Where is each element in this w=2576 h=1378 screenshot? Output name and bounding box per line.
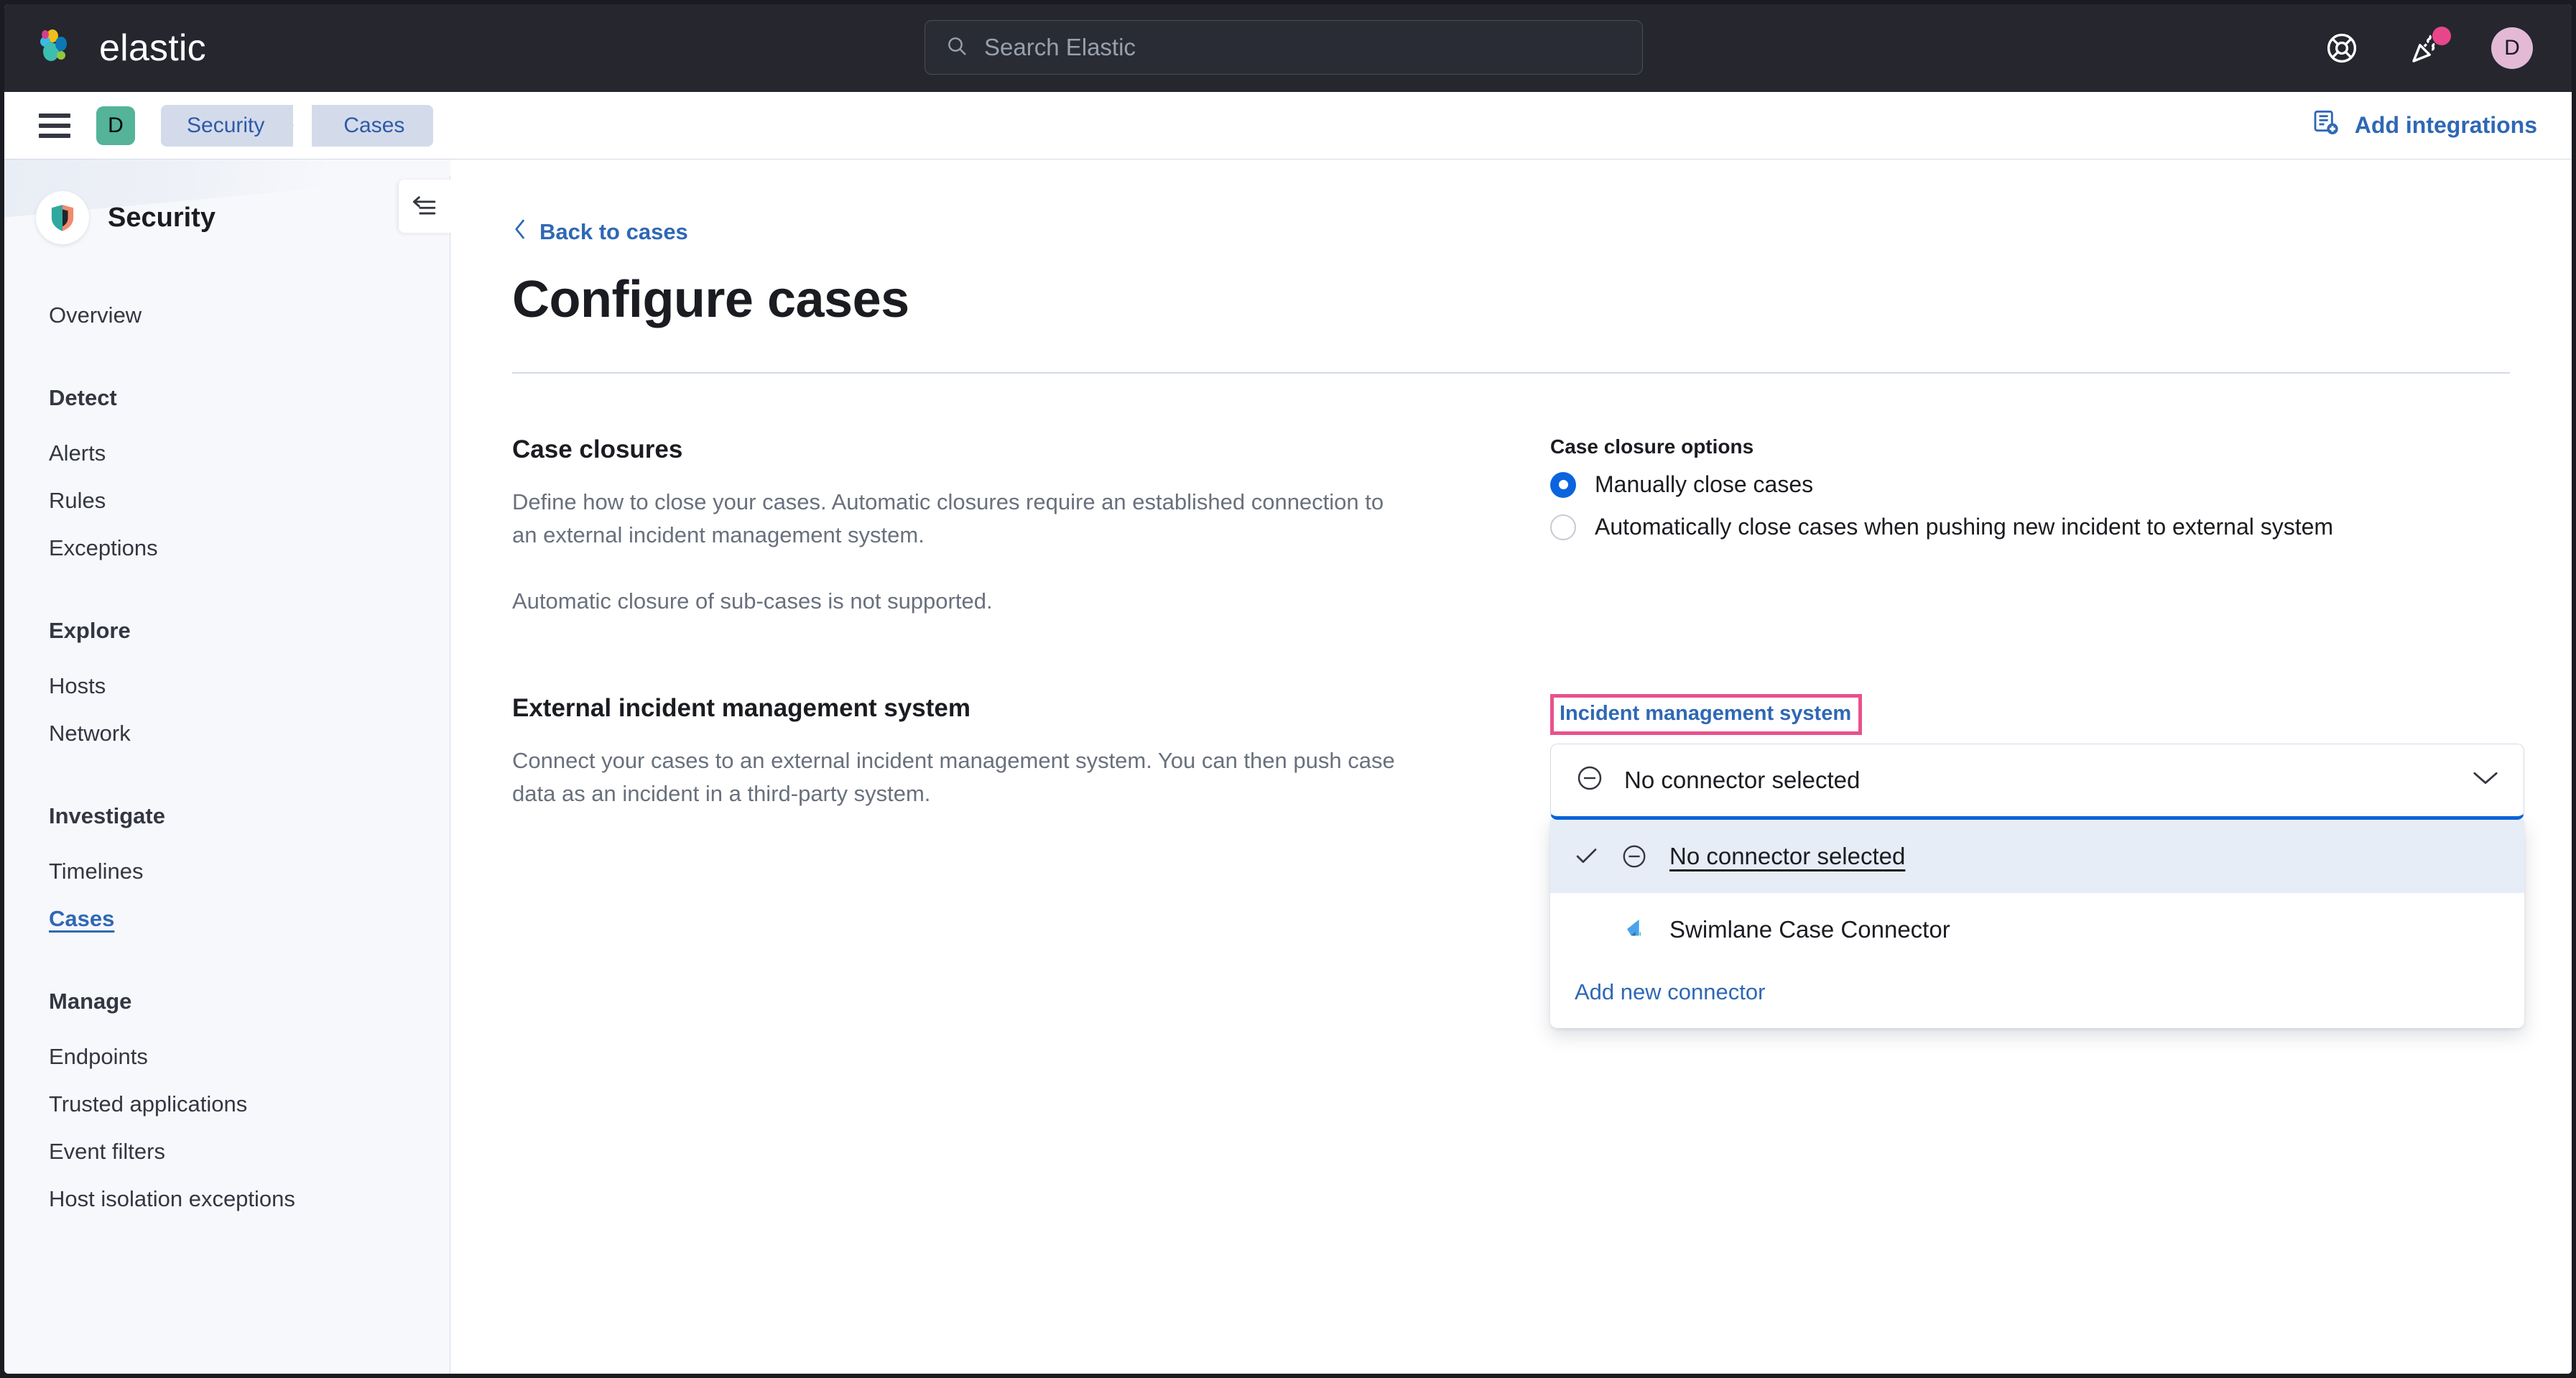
user-avatar[interactable]: D xyxy=(2491,27,2533,69)
sidebar-item-network[interactable]: Network xyxy=(4,710,450,757)
add-integrations-button[interactable]: Add integrations xyxy=(2312,108,2537,143)
chevron-down-icon[interactable] xyxy=(2472,769,2499,790)
breadcrumb-bar: D Security Cases Add integrations xyxy=(4,92,2572,159)
sidebar-item-hosts[interactable]: Hosts xyxy=(4,662,450,710)
add-integrations-icon xyxy=(2312,108,2340,143)
breadcrumb-separator-icon xyxy=(293,105,312,147)
case-closures-note: Automatic closure of sub-cases is not su… xyxy=(512,585,1410,618)
chevron-left-icon xyxy=(512,218,528,246)
incident-management-system-label-highlight: Incident management system xyxy=(1550,694,1862,735)
minus-circle-icon xyxy=(1575,764,1604,796)
collapse-sidebar-icon[interactable] xyxy=(399,180,450,233)
page-body: Security Overview Detect Alerts Rules Ex… xyxy=(4,159,2572,1374)
sidebar-nav: Overview Detect Alerts Rules Exceptions … xyxy=(4,292,450,1223)
sidebar-item-overview[interactable]: Overview xyxy=(4,292,450,339)
external-system-description-column: External incident management system Conn… xyxy=(512,694,1550,1028)
party-popper-news-icon[interactable] xyxy=(2406,28,2447,68)
radio-automatically-close-cases[interactable]: Automatically close cases when pushing n… xyxy=(1550,514,2524,540)
minus-circle-icon xyxy=(1618,843,1651,870)
sidebar-item-rules[interactable]: Rules xyxy=(4,477,450,524)
case-closures-description-column: Case closures Define how to close your c… xyxy=(512,435,1550,618)
brand-name: elastic xyxy=(99,27,206,70)
hamburger-menu-icon[interactable] xyxy=(39,114,70,138)
breadcrumb: Security Cases xyxy=(161,105,433,147)
search-icon xyxy=(945,34,968,61)
radio-label-automatically-close: Automatically close cases when pushing n… xyxy=(1595,514,2333,540)
external-system-description: Connect your cases to an external incide… xyxy=(512,744,1410,810)
sidebar-item-endpoints[interactable]: Endpoints xyxy=(4,1033,450,1081)
add-integrations-label: Add integrations xyxy=(2355,112,2537,139)
add-new-connector-link[interactable]: Add new connector xyxy=(1550,966,1789,1005)
radio-manually-close-cases[interactable]: Manually close cases xyxy=(1550,471,2524,498)
main-content: Back to cases Configure cases Case closu… xyxy=(450,159,2572,1374)
search-placeholder: Search Elastic xyxy=(984,34,1136,61)
brand[interactable]: elastic xyxy=(36,26,206,70)
connector-option-label-swimlane: Swimlane Case Connector xyxy=(1669,916,1950,943)
section-case-closures: Case closures Define how to close your c… xyxy=(512,435,2524,618)
sidebar-item-cases[interactable]: Cases xyxy=(4,895,450,943)
header-actions: D xyxy=(2322,4,2533,92)
elastic-logo xyxy=(36,26,80,70)
sidebar-heading-manage: Manage xyxy=(4,989,450,1014)
connector-select[interactable]: No connector selected xyxy=(1550,744,2524,820)
radio-indicator-checked[interactable] xyxy=(1550,472,1576,498)
global-header: elastic Search Elastic xyxy=(4,4,2572,92)
breadcrumb-item-security[interactable]: Security xyxy=(161,105,293,147)
lifebuoy-help-icon[interactable] xyxy=(2322,28,2362,68)
sidebar-heading-detect: Detect xyxy=(4,385,450,411)
page-title: Configure cases xyxy=(512,270,2524,329)
section-external-incident-management: External incident management system Conn… xyxy=(512,694,2524,1028)
connector-options-panel: No connector selected xyxy=(1550,820,2524,1028)
sidebar-heading-explore: Explore xyxy=(4,618,450,644)
case-closures-options-column: Case closure options Manually close case… xyxy=(1550,435,2524,618)
sidebar-item-host-isolation-exceptions[interactable]: Host isolation exceptions xyxy=(4,1175,450,1223)
incident-management-system-label: Incident management system xyxy=(1560,702,1851,725)
case-closures-description: Define how to close your cases. Automati… xyxy=(512,486,1410,552)
connector-option-no-connector[interactable]: No connector selected xyxy=(1550,820,2524,893)
connector-option-label-no-connector: No connector selected xyxy=(1669,843,1905,870)
news-notification-badge xyxy=(2432,27,2451,45)
check-icon xyxy=(1575,848,1599,865)
sidebar-item-trusted-applications[interactable]: Trusted applications xyxy=(4,1081,450,1128)
case-closures-title: Case closures xyxy=(512,435,1550,464)
sidebar-app-title: Security xyxy=(108,203,216,233)
case-closure-options-label: Case closure options xyxy=(1550,435,2524,458)
breadcrumb-item-cases[interactable]: Cases xyxy=(312,105,433,147)
sidebar-item-event-filters[interactable]: Event filters xyxy=(4,1128,450,1175)
sidebar-app-header: Security xyxy=(4,159,450,244)
back-to-cases-label: Back to cases xyxy=(539,219,688,245)
sidebar-item-alerts[interactable]: Alerts xyxy=(4,430,450,477)
external-system-connector-column: Incident management system No connector … xyxy=(1550,694,2524,1028)
radio-indicator-unchecked[interactable] xyxy=(1550,514,1576,540)
title-divider xyxy=(512,372,2510,374)
sidebar-group-explore: Explore Hosts Network xyxy=(4,618,450,757)
app-window: elastic Search Elastic xyxy=(4,4,2572,1374)
connector-option-swimlane[interactable]: Swimlane Case Connector xyxy=(1550,893,2524,966)
security-shield-icon xyxy=(36,191,89,244)
sidebar-group-investigate: Investigate Timelines Cases xyxy=(4,803,450,943)
radio-label-manually-close: Manually close cases xyxy=(1595,471,1813,498)
space-avatar[interactable]: D xyxy=(96,106,135,145)
swimlane-icon xyxy=(1618,915,1651,944)
connector-selected-value: No connector selected xyxy=(1624,767,2452,794)
sidebar: Security Overview Detect Alerts Rules Ex… xyxy=(4,159,450,1374)
sidebar-item-timelines[interactable]: Timelines xyxy=(4,848,450,895)
global-search-input[interactable]: Search Elastic xyxy=(925,20,1643,75)
sidebar-item-exceptions[interactable]: Exceptions xyxy=(4,524,450,572)
sidebar-heading-investigate: Investigate xyxy=(4,803,450,829)
sidebar-group-manage: Manage Endpoints Trusted applications Ev… xyxy=(4,989,450,1223)
sidebar-group-detect: Detect Alerts Rules Exceptions xyxy=(4,385,450,572)
connector-combobox-wrapper: No connector selected xyxy=(1550,744,2524,1028)
back-to-cases-link[interactable]: Back to cases xyxy=(512,218,688,246)
external-system-title: External incident management system xyxy=(512,694,1550,723)
